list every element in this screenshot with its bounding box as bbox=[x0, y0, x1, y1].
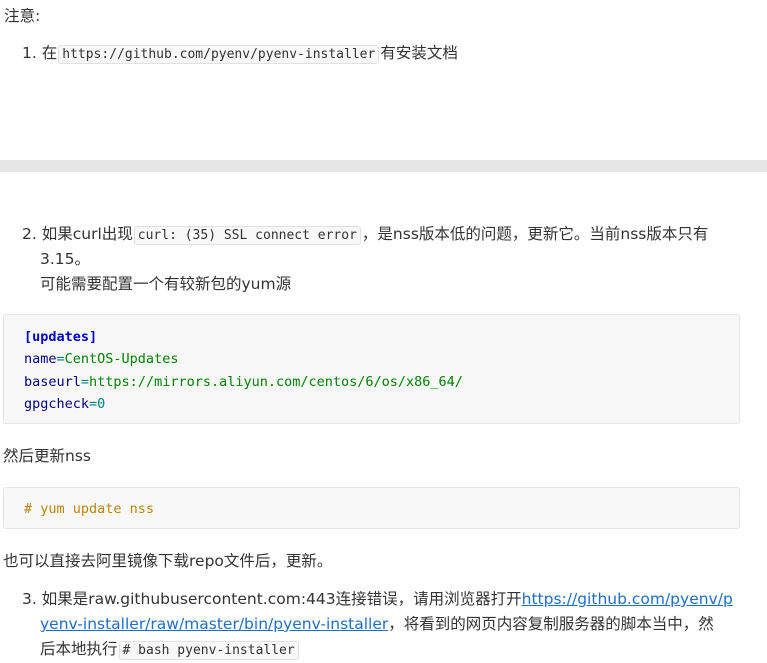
then-text: 然后更新nss bbox=[3, 447, 91, 465]
list-number: 3. bbox=[22, 590, 37, 608]
list-item-3: 3. 如果是raw.githubusercontent.com:443连接错误，… bbox=[22, 587, 733, 611]
inline-code-bash: # bash pyenv-installer bbox=[118, 641, 299, 660]
section-divider bbox=[0, 160, 767, 172]
code-line: gpgcheck=0 bbox=[24, 396, 106, 412]
list-item-1: 1. 在 https://github.com/pyenv/pyenv-insta… bbox=[22, 41, 458, 67]
list-item-3-line2: yenv-installer/raw/master/bin/pyenv-inst… bbox=[40, 612, 714, 636]
list-item-3-line3: 后本地执行 # bash pyenv-installer bbox=[40, 637, 300, 663]
note-label: 注意: bbox=[4, 7, 41, 25]
code-comment-line: # yum update nss bbox=[24, 501, 155, 517]
list-text: 在 bbox=[41, 44, 58, 62]
command-code-block: # yum update nss bbox=[3, 487, 740, 529]
list-text: 后本地执行 bbox=[40, 640, 118, 658]
list-number: 1. bbox=[22, 44, 37, 62]
list-text: 如果是raw.githubusercontent.com:443连接错误，请用浏… bbox=[41, 590, 522, 608]
list-number: 2. bbox=[22, 225, 37, 243]
also-text: 也可以直接去阿里镜像下载repo文件后，更新。 bbox=[3, 552, 333, 570]
code-section-header: [updates] bbox=[24, 329, 98, 345]
code-line: baseurl=https://mirrors.aliyun.com/cento… bbox=[24, 374, 463, 390]
repo-code-block: [updates] name=CentOS-Updates baseurl=ht… bbox=[3, 314, 740, 424]
list-item-2-line2: 3.15。 bbox=[40, 250, 91, 268]
list-item-2-line3: 可能需要配置一个有较新包的yum源 bbox=[40, 275, 292, 293]
inline-code-error: curl: (35) SSL connect error bbox=[133, 226, 361, 245]
installer-link[interactable]: https://github.com/pyenv/p bbox=[522, 590, 733, 608]
list-text: ，将看到的网页内容复制服务器的脚本当中，然 bbox=[388, 615, 714, 633]
list-text: 如果curl出现 bbox=[41, 225, 133, 243]
installer-link-continued[interactable]: yenv-installer/raw/master/bin/pyenv-inst… bbox=[40, 615, 388, 633]
list-text: ，是nss版本低的问题，更新它。当前nss版本只有 bbox=[361, 225, 709, 243]
code-line: name=CentOS-Updates bbox=[24, 351, 179, 367]
list-text: 有安装文档 bbox=[380, 44, 458, 62]
list-item-2: 2. 如果curl出现 curl: (35) SSL connect error，… bbox=[22, 222, 708, 248]
inline-code-url: https://github.com/pyenv/pyenv-installer bbox=[58, 45, 380, 64]
